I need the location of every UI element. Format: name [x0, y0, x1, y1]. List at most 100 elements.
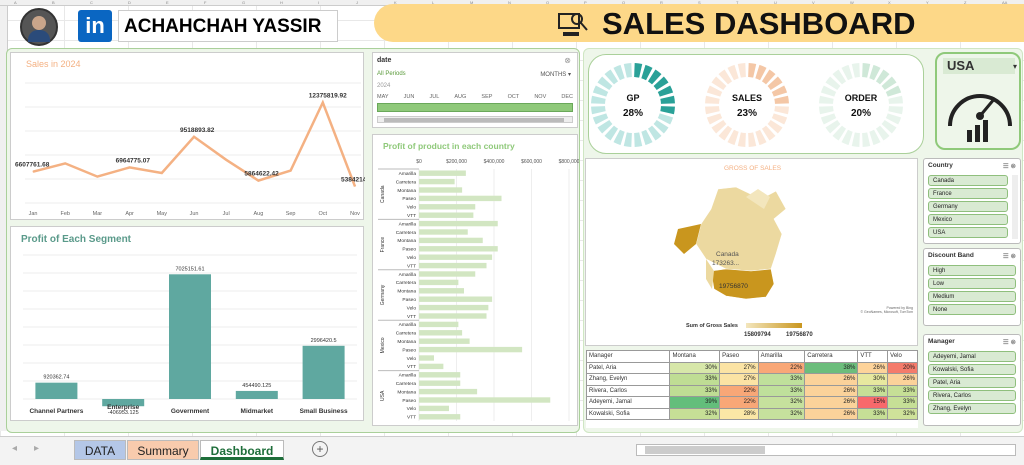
- discount-slicer-item[interactable]: Low: [928, 278, 1016, 289]
- sales-x-tick: Feb: [60, 211, 69, 217]
- manager-slicer[interactable]: Manager ☰ ⊗ Adeyemi, Jamal Kowalski, Sofia…: [923, 334, 1021, 426]
- manager-slicer-item[interactable]: Zhang, Evelyn: [928, 403, 1016, 414]
- kpi-donut-segment: [748, 63, 757, 78]
- kpi-value: 28%: [623, 108, 643, 119]
- timeline-month[interactable]: SEP: [481, 94, 492, 100]
- country-slicer-item[interactable]: Germany: [928, 201, 1008, 212]
- timeline-month[interactable]: JUL: [429, 94, 439, 100]
- map-legend-max: 19756870: [786, 332, 813, 338]
- column-letter[interactable]: C: [90, 0, 93, 5]
- heatmap-cell: 33%: [757, 384, 806, 397]
- heatmap-cell: 33%: [669, 384, 721, 397]
- country-product-label: Montana: [397, 289, 416, 295]
- column-letter[interactable]: D: [128, 0, 131, 5]
- heatmap-manager: Adeyemi, Jamal: [585, 396, 671, 409]
- column-letter[interactable]: B: [52, 0, 55, 5]
- heatmap-manager: Zhang, Evelyn: [585, 373, 671, 386]
- country-product-bar: [419, 288, 464, 294]
- country-slicer-item[interactable]: Mexico: [928, 214, 1008, 225]
- segment-x-tick: Small Business: [300, 408, 348, 415]
- tab-scroll-left-icon[interactable]: ◂: [12, 443, 17, 454]
- discount-slicer-title: Discount Band: [928, 252, 974, 259]
- country-product-bar: [419, 346, 523, 353]
- country-product-bar: [419, 204, 476, 210]
- discount-slicer-item[interactable]: Medium: [928, 291, 1016, 302]
- heatmap-cell: 26%: [887, 373, 918, 386]
- country-x-tick: $600,000: [521, 159, 542, 165]
- country-slicer-item[interactable]: France: [928, 188, 1008, 199]
- country-slicer-item[interactable]: Canada: [928, 175, 1008, 186]
- heatmap-cell: 27%: [719, 373, 759, 386]
- country-product-bar: [419, 170, 466, 176]
- sales-x-tick: Oct: [319, 211, 328, 217]
- discount-slicer[interactable]: Discount Band ☰ ⊗ High Low Medium None: [923, 248, 1021, 326]
- column-letter[interactable]: I: [318, 0, 319, 5]
- sales-point: [64, 162, 66, 164]
- manager-slicer-title: Manager: [928, 338, 955, 345]
- map-canada-label: Canada: [716, 251, 739, 258]
- column-letter[interactable]: J: [356, 0, 358, 5]
- timeline-month[interactable]: NOV: [534, 94, 546, 100]
- sales-point: [96, 176, 98, 178]
- country-product-label: Paseo: [402, 347, 416, 353]
- kpi-donut-segment: [819, 106, 834, 115]
- kpi-donut-segment: [851, 63, 860, 78]
- manager-slicer-item[interactable]: Kowalski, Sofia: [928, 364, 1016, 375]
- country-product-label: Carretera: [396, 179, 417, 185]
- country-selector[interactable]: USA: [943, 58, 1015, 74]
- heatmap-header: Montana: [669, 350, 721, 363]
- tab-scroll-right-icon[interactable]: ▸: [34, 443, 39, 454]
- sales-x-tick: Nov: [350, 211, 360, 217]
- tab-dashboard[interactable]: Dashboard: [200, 440, 284, 460]
- horizontal-scrollbar[interactable]: [636, 444, 1016, 456]
- country-product-bar: [419, 254, 493, 260]
- manager-slicer-item[interactable]: Rivera, Carlos: [928, 390, 1016, 401]
- country-slicer-item[interactable]: USA: [928, 227, 1008, 238]
- segment-chart-panel: Profit of Each Segment 920362.74 Channel …: [10, 226, 364, 421]
- timeline-month[interactable]: AUG: [454, 94, 466, 100]
- sales-point: [322, 101, 324, 103]
- timeline-unit-select[interactable]: MONTHS ▾: [540, 71, 571, 78]
- timeline-month[interactable]: JUN: [404, 94, 415, 100]
- dropdown-arrow-icon[interactable]: ▾: [1013, 62, 1017, 71]
- sales-x-tick: Apr: [125, 211, 134, 217]
- column-letter[interactable]: F: [204, 0, 206, 5]
- manager-slicer-item[interactable]: Patel, Aria: [928, 377, 1016, 388]
- manager-heatmap: Manager Montana Paseo Amarilla Carretera VTT V…: [585, 350, 918, 428]
- timeline-month[interactable]: MAY: [377, 94, 389, 100]
- linkedin-icon[interactable]: in: [78, 10, 112, 42]
- column-letter[interactable]: H: [280, 0, 283, 5]
- tab-summary[interactable]: Summary: [127, 440, 199, 460]
- timeline-slicer[interactable]: date ⊗ All Periods MONTHS ▾ 2024 MAY JUN J…: [372, 52, 578, 128]
- slicer-scrollbar[interactable]: [1012, 175, 1018, 239]
- tab-data[interactable]: DATA: [74, 440, 126, 460]
- timeline-selected-range[interactable]: [377, 103, 573, 112]
- timeline-month[interactable]: OCT: [508, 94, 520, 100]
- country-product-label: Carretera: [396, 280, 417, 286]
- filter-icon[interactable]: ☰ ⊗: [1003, 338, 1016, 346]
- segment-bar: [302, 345, 345, 399]
- kpi-donut-segment: [862, 132, 871, 147]
- country-product-bar: [419, 296, 493, 302]
- column-letter[interactable]: A: [14, 0, 17, 5]
- filter-clear-icon[interactable]: ⊗: [564, 56, 571, 65]
- heatmap-cell: 32%: [757, 407, 806, 420]
- manager-slicer-item[interactable]: Adeyemi, Jamal: [928, 351, 1016, 362]
- column-letter[interactable]: E: [166, 0, 169, 5]
- filter-icon[interactable]: ☰ ⊗: [1003, 162, 1016, 170]
- heatmap-cell: 26%: [857, 361, 889, 374]
- north-america-map[interactable]: [586, 159, 919, 347]
- sales-chart-panel: Sales in 2024 6607761.68 Jan Feb Mar 6964775…: [10, 52, 365, 220]
- country-product-bar: [419, 372, 461, 378]
- sales-x-tick: Mar: [93, 211, 103, 217]
- discount-slicer-item[interactable]: None: [928, 304, 1016, 315]
- add-sheet-icon[interactable]: +: [312, 441, 328, 457]
- discount-slicer-item[interactable]: High: [928, 265, 1016, 276]
- timeline-scrollbar[interactable]: [377, 116, 573, 123]
- country-product-bar: [419, 220, 498, 227]
- kpi-donut-segment: [737, 132, 746, 147]
- timeline-month[interactable]: DEC: [561, 94, 573, 100]
- country-slicer[interactable]: Country ☰ ⊗ Canada France Germany Mexico USA: [923, 158, 1021, 244]
- column-letter[interactable]: G: [242, 0, 245, 5]
- filter-icon[interactable]: ☰ ⊗: [1003, 252, 1016, 260]
